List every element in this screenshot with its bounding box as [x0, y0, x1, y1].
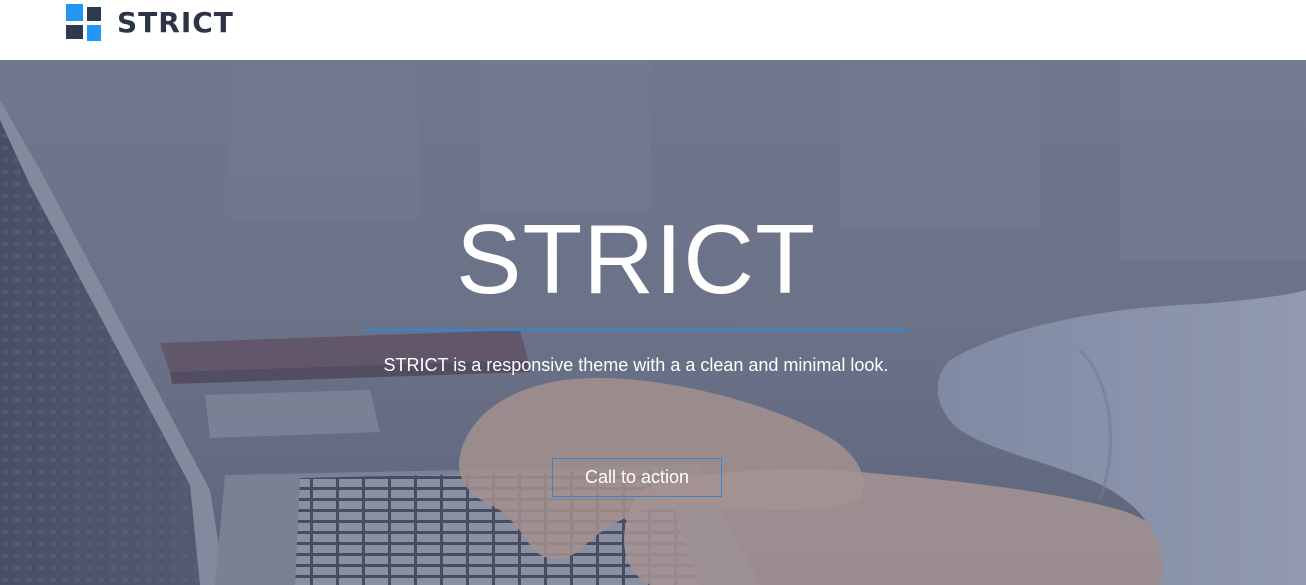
hero-section: STRICT STRICT is a responsive theme with… — [0, 60, 1306, 585]
site-logo[interactable]: STRICT — [66, 2, 234, 42]
hero-subtitle: STRICT is a responsive theme with a a cl… — [383, 355, 889, 375]
site-header: STRICT — [0, 0, 1306, 60]
hero-divider — [364, 329, 908, 331]
logo-text: STRICT — [117, 5, 234, 39]
call-to-action-button[interactable]: Call to action — [552, 458, 722, 497]
four-squares-logo-icon — [66, 3, 101, 41]
hero-title: STRICT — [456, 204, 816, 314]
